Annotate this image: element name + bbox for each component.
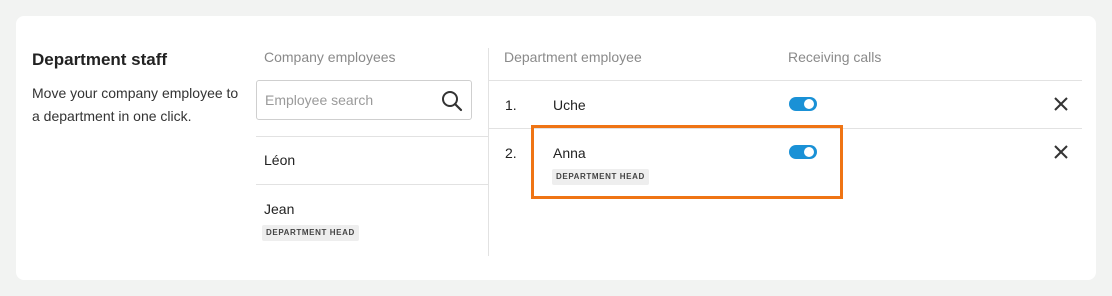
section-title: Department staff [32, 50, 168, 69]
employee-search-box[interactable] [256, 80, 472, 120]
close-icon[interactable] [1052, 95, 1070, 113]
divider [256, 184, 488, 185]
company-employees-header: Company employees [264, 49, 396, 65]
section-description: Move your company employee to a departme… [32, 85, 239, 124]
divider [256, 136, 488, 137]
search-icon[interactable] [441, 90, 463, 112]
receiving-calls-toggle[interactable] [789, 97, 817, 111]
department-employee-uche: Uche [553, 97, 586, 113]
department-staff-card: Department staff Move your company emplo… [16, 16, 1096, 280]
receiving-calls-header: Receiving calls [788, 49, 882, 65]
highlight-box [531, 125, 843, 199]
company-employee-jean[interactable]: Jean [264, 201, 294, 217]
employee-search-input[interactable] [257, 81, 437, 119]
department-employee-header: Department employee [504, 49, 642, 65]
close-icon[interactable] [1052, 143, 1070, 161]
company-employee-leon[interactable]: Léon [264, 152, 295, 168]
row-number: 1. [505, 97, 517, 113]
department-head-badge: DEPARTMENT HEAD [262, 225, 359, 241]
row-number: 2. [505, 145, 517, 161]
divider [489, 80, 1082, 81]
